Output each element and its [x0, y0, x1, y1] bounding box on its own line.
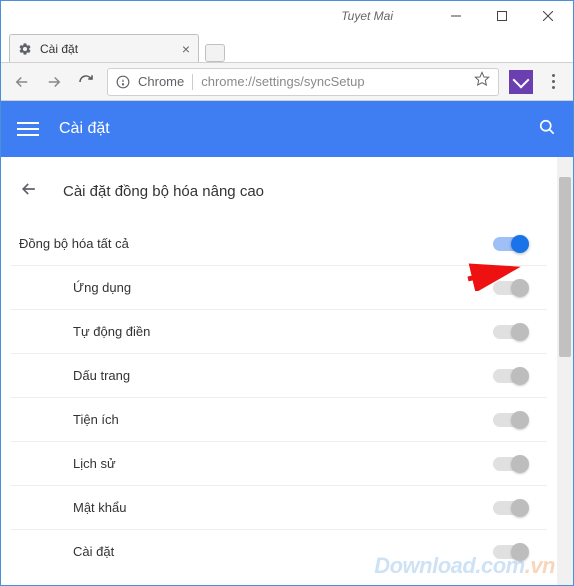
sync-item-row: Cài đặt [11, 529, 547, 573]
sync-item-toggle-history[interactable] [493, 457, 527, 471]
new-tab-button[interactable] [205, 44, 225, 62]
window-minimize-button[interactable] [433, 1, 479, 31]
address-bar[interactable]: Chrome chrome://settings/syncSetup [107, 68, 499, 96]
bookmark-star-icon[interactable] [474, 71, 490, 92]
sync-item-label: Mật khẩu [73, 500, 493, 515]
browser-tab[interactable]: Cài đặt × [9, 34, 199, 62]
sync-item-toggle-passwords[interactable] [493, 501, 527, 515]
omnibox-separator [192, 74, 193, 90]
sync-item-toggle-extensions[interactable] [493, 413, 527, 427]
back-button[interactable] [7, 67, 37, 97]
forward-button[interactable] [39, 67, 69, 97]
url-scheme-label: Chrome [138, 74, 184, 89]
window-user-label: Tuyet Mai [341, 9, 393, 23]
browser-menu-button[interactable] [539, 74, 567, 89]
sync-item-row: Tự động điền [11, 309, 547, 353]
window-titlebar: Tuyet Mai [1, 1, 573, 31]
tab-close-icon[interactable]: × [182, 41, 190, 57]
browser-tabstrip: Cài đặt × [1, 31, 573, 63]
sync-item-row: Tiện ích [11, 397, 547, 441]
vertical-scrollbar[interactable] [557, 157, 573, 585]
sync-item-toggle-bookmarks[interactable] [493, 369, 527, 383]
extension-icon[interactable] [509, 70, 533, 94]
sync-all-label: Đồng bộ hóa tất cả [19, 236, 493, 251]
section-title: Cài đặt đồng bộ hóa nâng cao [63, 183, 264, 200]
sync-item-label: Dấu trang [73, 368, 493, 383]
sync-all-toggle[interactable] [493, 237, 527, 251]
section-header: Cài đặt đồng bộ hóa nâng cao [11, 157, 547, 222]
sync-item-row: Ứng dụng [11, 265, 547, 309]
scrollbar-thumb[interactable] [559, 177, 571, 357]
site-info-icon[interactable] [116, 75, 130, 89]
content-area: Cài đặt đồng bộ hóa nâng cao Đồng bộ hóa… [1, 157, 573, 585]
settings-header: Cài đặt [1, 101, 573, 157]
window-close-button[interactable] [525, 1, 571, 31]
gear-icon [18, 42, 32, 56]
sync-item-label: Tiện ích [73, 412, 493, 427]
sync-item-label: Ứng dụng [73, 280, 493, 295]
back-arrow-icon[interactable] [19, 179, 39, 204]
sync-item-label: Cài đặt [73, 544, 493, 559]
url-text: chrome://settings/syncSetup [201, 74, 466, 89]
sync-item-label: Tự động điền [73, 324, 493, 339]
sync-item-toggle-apps[interactable] [493, 281, 527, 295]
sync-item-row: Lịch sử [11, 441, 547, 485]
browser-toolbar: Chrome chrome://settings/syncSetup [1, 63, 573, 101]
sync-item-toggle-settings[interactable] [493, 545, 527, 559]
sync-item-toggle-autofill[interactable] [493, 325, 527, 339]
reload-button[interactable] [71, 67, 101, 97]
sync-item-row: Mật khẩu [11, 485, 547, 529]
settings-title: Cài đặt [59, 120, 537, 138]
sync-all-row: Đồng bộ hóa tất cả [11, 222, 547, 265]
sync-item-row: Dấu trang [11, 353, 547, 397]
sync-item-label: Lịch sử [73, 456, 493, 471]
tab-title: Cài đặt [40, 42, 174, 56]
search-icon[interactable] [537, 117, 557, 142]
menu-icon[interactable] [17, 118, 39, 140]
window-maximize-button[interactable] [479, 1, 525, 31]
